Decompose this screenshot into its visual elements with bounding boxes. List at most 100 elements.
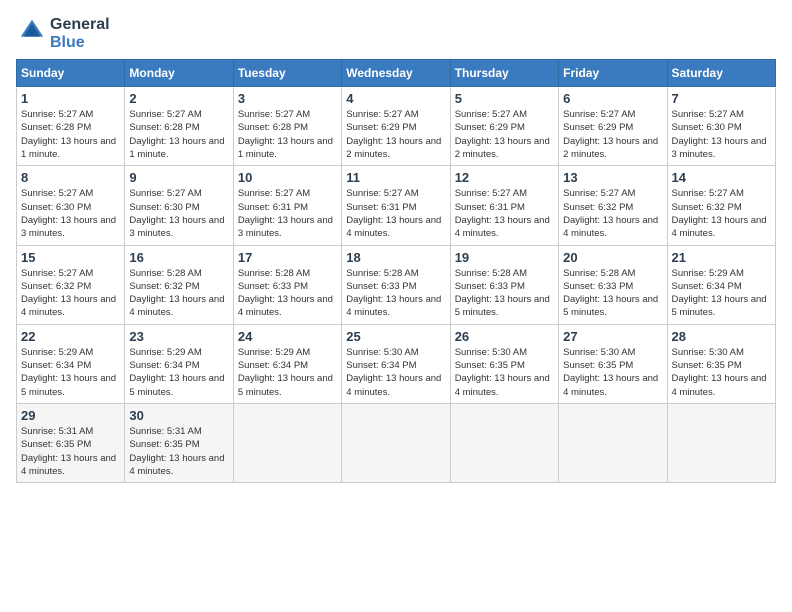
day-detail: Sunrise: 5:27 AM Sunset: 6:32 PM Dayligh… (672, 187, 771, 240)
calendar-cell (342, 403, 450, 482)
day-detail: Sunrise: 5:30 AM Sunset: 6:35 PM Dayligh… (455, 346, 554, 399)
day-detail: Sunrise: 5:30 AM Sunset: 6:35 PM Dayligh… (672, 346, 771, 399)
calendar-cell (450, 403, 558, 482)
calendar-cell: 13 Sunrise: 5:27 AM Sunset: 6:32 PM Dayl… (559, 166, 667, 245)
logo-text-line1: General (50, 16, 110, 34)
day-number: 16 (129, 250, 228, 265)
weekday-header-friday: Friday (559, 60, 667, 87)
calendar-cell (233, 403, 341, 482)
calendar-cell: 26 Sunrise: 5:30 AM Sunset: 6:35 PM Dayl… (450, 324, 558, 403)
calendar-cell: 16 Sunrise: 5:28 AM Sunset: 6:32 PM Dayl… (125, 245, 233, 324)
calendar-cell: 21 Sunrise: 5:29 AM Sunset: 6:34 PM Dayl… (667, 245, 775, 324)
day-number: 6 (563, 91, 662, 106)
calendar-cell: 19 Sunrise: 5:28 AM Sunset: 6:33 PM Dayl… (450, 245, 558, 324)
day-number: 13 (563, 170, 662, 185)
day-number: 20 (563, 250, 662, 265)
calendar-week-4: 22 Sunrise: 5:29 AM Sunset: 6:34 PM Dayl… (17, 324, 776, 403)
day-detail: Sunrise: 5:27 AM Sunset: 6:31 PM Dayligh… (238, 187, 337, 240)
calendar-cell: 28 Sunrise: 5:30 AM Sunset: 6:35 PM Dayl… (667, 324, 775, 403)
day-detail: Sunrise: 5:27 AM Sunset: 6:31 PM Dayligh… (455, 187, 554, 240)
day-detail: Sunrise: 5:28 AM Sunset: 6:33 PM Dayligh… (238, 267, 337, 320)
calendar-cell: 17 Sunrise: 5:28 AM Sunset: 6:33 PM Dayl… (233, 245, 341, 324)
calendar-week-3: 15 Sunrise: 5:27 AM Sunset: 6:32 PM Dayl… (17, 245, 776, 324)
day-detail: Sunrise: 5:30 AM Sunset: 6:34 PM Dayligh… (346, 346, 445, 399)
calendar-cell: 18 Sunrise: 5:28 AM Sunset: 6:33 PM Dayl… (342, 245, 450, 324)
day-number: 25 (346, 329, 445, 344)
day-detail: Sunrise: 5:27 AM Sunset: 6:30 PM Dayligh… (21, 187, 120, 240)
day-number: 28 (672, 329, 771, 344)
day-detail: Sunrise: 5:27 AM Sunset: 6:28 PM Dayligh… (21, 108, 120, 161)
calendar-cell: 6 Sunrise: 5:27 AM Sunset: 6:29 PM Dayli… (559, 87, 667, 166)
calendar-week-5: 29 Sunrise: 5:31 AM Sunset: 6:35 PM Dayl… (17, 403, 776, 482)
day-detail: Sunrise: 5:28 AM Sunset: 6:32 PM Dayligh… (129, 267, 228, 320)
calendar-cell: 29 Sunrise: 5:31 AM Sunset: 6:35 PM Dayl… (17, 403, 125, 482)
calendar-cell (559, 403, 667, 482)
day-number: 4 (346, 91, 445, 106)
calendar-cell: 15 Sunrise: 5:27 AM Sunset: 6:32 PM Dayl… (17, 245, 125, 324)
calendar-cell: 23 Sunrise: 5:29 AM Sunset: 6:34 PM Dayl… (125, 324, 233, 403)
day-detail: Sunrise: 5:29 AM Sunset: 6:34 PM Dayligh… (21, 346, 120, 399)
calendar-cell (667, 403, 775, 482)
day-detail: Sunrise: 5:28 AM Sunset: 6:33 PM Dayligh… (563, 267, 662, 320)
calendar-cell: 3 Sunrise: 5:27 AM Sunset: 6:28 PM Dayli… (233, 87, 341, 166)
day-number: 1 (21, 91, 120, 106)
day-detail: Sunrise: 5:29 AM Sunset: 6:34 PM Dayligh… (238, 346, 337, 399)
day-number: 19 (455, 250, 554, 265)
day-number: 14 (672, 170, 771, 185)
day-detail: Sunrise: 5:28 AM Sunset: 6:33 PM Dayligh… (455, 267, 554, 320)
calendar-cell: 30 Sunrise: 5:31 AM Sunset: 6:35 PM Dayl… (125, 403, 233, 482)
day-detail: Sunrise: 5:27 AM Sunset: 6:29 PM Dayligh… (563, 108, 662, 161)
day-number: 12 (455, 170, 554, 185)
day-number: 2 (129, 91, 228, 106)
calendar-week-1: 1 Sunrise: 5:27 AM Sunset: 6:28 PM Dayli… (17, 87, 776, 166)
calendar-cell: 1 Sunrise: 5:27 AM Sunset: 6:28 PM Dayli… (17, 87, 125, 166)
day-detail: Sunrise: 5:27 AM Sunset: 6:30 PM Dayligh… (672, 108, 771, 161)
calendar-cell: 8 Sunrise: 5:27 AM Sunset: 6:30 PM Dayli… (17, 166, 125, 245)
day-number: 24 (238, 329, 337, 344)
calendar-cell: 2 Sunrise: 5:27 AM Sunset: 6:28 PM Dayli… (125, 87, 233, 166)
day-detail: Sunrise: 5:27 AM Sunset: 6:28 PM Dayligh… (238, 108, 337, 161)
day-number: 26 (455, 329, 554, 344)
calendar-cell: 22 Sunrise: 5:29 AM Sunset: 6:34 PM Dayl… (17, 324, 125, 403)
calendar-cell: 24 Sunrise: 5:29 AM Sunset: 6:34 PM Dayl… (233, 324, 341, 403)
day-detail: Sunrise: 5:27 AM Sunset: 6:32 PM Dayligh… (21, 267, 120, 320)
calendar-cell: 9 Sunrise: 5:27 AM Sunset: 6:30 PM Dayli… (125, 166, 233, 245)
day-detail: Sunrise: 5:27 AM Sunset: 6:31 PM Dayligh… (346, 187, 445, 240)
weekday-header-sunday: Sunday (17, 60, 125, 87)
calendar-cell: 10 Sunrise: 5:27 AM Sunset: 6:31 PM Dayl… (233, 166, 341, 245)
day-detail: Sunrise: 5:30 AM Sunset: 6:35 PM Dayligh… (563, 346, 662, 399)
day-number: 23 (129, 329, 228, 344)
day-number: 3 (238, 91, 337, 106)
calendar-cell: 7 Sunrise: 5:27 AM Sunset: 6:30 PM Dayli… (667, 87, 775, 166)
day-number: 11 (346, 170, 445, 185)
calendar-cell: 11 Sunrise: 5:27 AM Sunset: 6:31 PM Dayl… (342, 166, 450, 245)
logo-text-line2: Blue (50, 34, 110, 52)
day-number: 9 (129, 170, 228, 185)
weekday-header-tuesday: Tuesday (233, 60, 341, 87)
weekday-header-monday: Monday (125, 60, 233, 87)
day-detail: Sunrise: 5:29 AM Sunset: 6:34 PM Dayligh… (672, 267, 771, 320)
day-number: 27 (563, 329, 662, 344)
day-detail: Sunrise: 5:29 AM Sunset: 6:34 PM Dayligh… (129, 346, 228, 399)
day-number: 22 (21, 329, 120, 344)
weekday-header-saturday: Saturday (667, 60, 775, 87)
day-number: 18 (346, 250, 445, 265)
calendar-cell: 5 Sunrise: 5:27 AM Sunset: 6:29 PM Dayli… (450, 87, 558, 166)
calendar-cell: 27 Sunrise: 5:30 AM Sunset: 6:35 PM Dayl… (559, 324, 667, 403)
day-detail: Sunrise: 5:27 AM Sunset: 6:30 PM Dayligh… (129, 187, 228, 240)
day-number: 10 (238, 170, 337, 185)
day-number: 15 (21, 250, 120, 265)
day-number: 5 (455, 91, 554, 106)
day-number: 29 (21, 408, 120, 423)
day-number: 21 (672, 250, 771, 265)
weekday-header-thursday: Thursday (450, 60, 558, 87)
calendar-cell: 25 Sunrise: 5:30 AM Sunset: 6:34 PM Dayl… (342, 324, 450, 403)
day-detail: Sunrise: 5:27 AM Sunset: 6:29 PM Dayligh… (346, 108, 445, 161)
day-detail: Sunrise: 5:27 AM Sunset: 6:28 PM Dayligh… (129, 108, 228, 161)
page-header: General Blue (16, 16, 776, 51)
calendar-table: SundayMondayTuesdayWednesdayThursdayFrid… (16, 59, 776, 483)
logo: General Blue (16, 16, 110, 51)
day-number: 30 (129, 408, 228, 423)
weekday-header-wednesday: Wednesday (342, 60, 450, 87)
day-number: 7 (672, 91, 771, 106)
